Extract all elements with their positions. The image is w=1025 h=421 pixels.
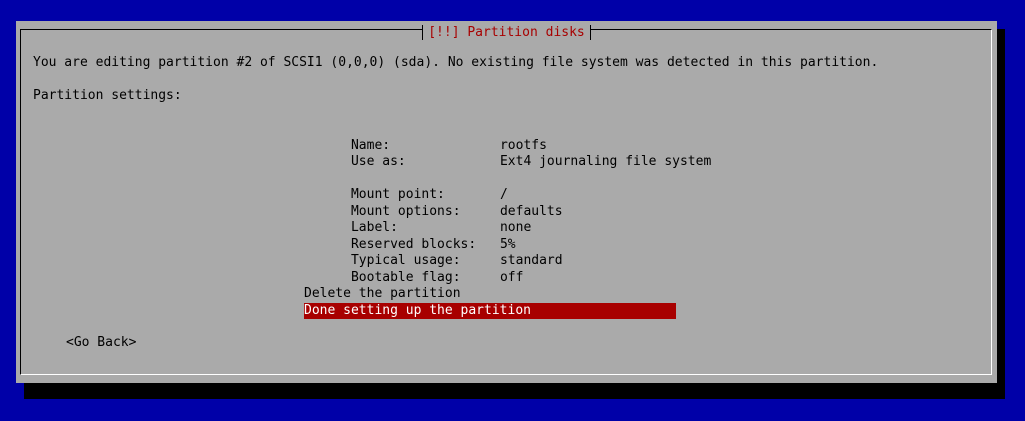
- setting-key: Bootable flag:: [350, 269, 461, 285]
- setting-mount-options[interactable]: Mount options: defaults: [304, 187, 563, 219]
- setting-bootable-flag[interactable]: Bootable flag: off: [304, 253, 523, 285]
- delete-partition-option[interactable]: Delete the partition: [304, 286, 676, 303]
- done-setting-up-option[interactable]: Done setting up the partition: [304, 302, 676, 319]
- go-back-button[interactable]: <Go Back>: [66, 335, 136, 352]
- setting-use-as[interactable]: Use as: Ext4 journaling file system: [304, 138, 711, 169]
- settings-heading: Partition settings:: [33, 88, 182, 103]
- setting-reserved-blocks[interactable]: Reserved blocks: 5%: [304, 220, 516, 252]
- setting-value: Ext4 journaling file system: [499, 154, 712, 169]
- installer-screen: [!!] Partition disks You are editing par…: [0, 0, 1025, 421]
- setting-key: Use as:: [350, 154, 406, 169]
- setting-mount-point[interactable]: Mount point: /: [304, 171, 508, 202]
- setting-value: off: [499, 269, 524, 285]
- setting-name[interactable]: Name: rootfs: [304, 121, 547, 153]
- dialog-title: [!!] Partition disks: [422, 24, 591, 41]
- setting-label[interactable]: Label: none: [304, 204, 531, 235]
- dialog-title-bar: [!!] Partition disks: [16, 21, 997, 41]
- intro-text: You are editing partition #2 of SCSI1 (0…: [33, 55, 879, 70]
- partition-dialog: [!!] Partition disks You are editing par…: [16, 21, 997, 383]
- setting-typical-usage[interactable]: Typical usage: standard: [304, 237, 563, 268]
